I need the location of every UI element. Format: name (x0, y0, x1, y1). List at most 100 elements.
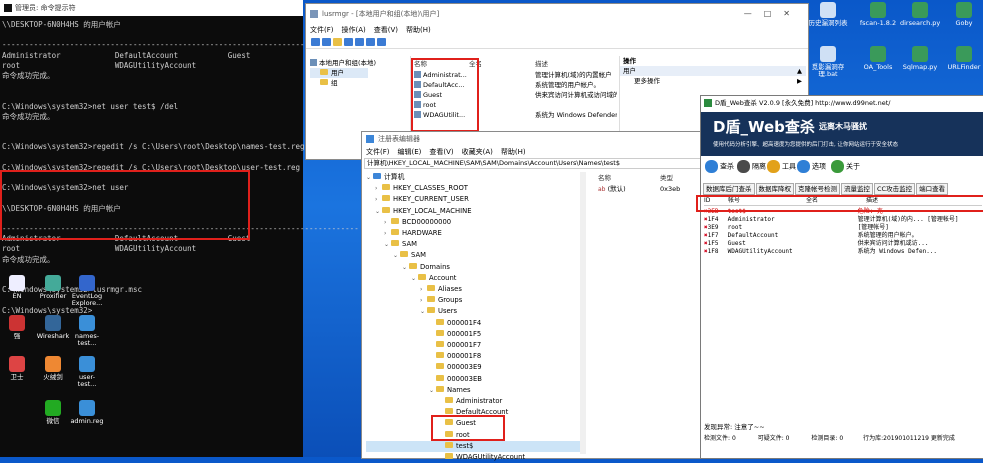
actions-more[interactable]: 更多操作 ▶ (620, 76, 806, 86)
lusrmgr-toolbar[interactable] (306, 36, 808, 49)
expand-caret-icon[interactable]: › (375, 183, 382, 194)
dshield-tab[interactable]: 工具 (767, 160, 796, 173)
expand-caret-icon[interactable]: ⌄ (375, 206, 382, 217)
expand-caret-icon[interactable]: › (420, 295, 427, 306)
dshield-subtab[interactable]: 端口查看 (916, 183, 949, 195)
desktop-icon[interactable]: 强 (0, 315, 34, 340)
registry-key[interactable]: 000001F8 (366, 351, 580, 362)
registry-key[interactable]: › Groups (366, 295, 580, 306)
desktop-icon[interactable]: URLFinder (944, 46, 983, 71)
regedit-menubar[interactable]: 文件(F) 编辑(E) 查看(V) 收藏夹(A) 帮助(H) (362, 146, 734, 158)
cmd-titlebar[interactable]: 管理员: 命令提示符 (0, 0, 303, 16)
back-icon[interactable] (311, 38, 320, 46)
expand-caret-icon[interactable]: › (375, 194, 382, 205)
desktop-icon[interactable]: 觅影漏洞存 理.bat (808, 46, 848, 78)
expand-caret-icon[interactable]: › (384, 217, 391, 228)
properties-icon[interactable] (377, 38, 386, 46)
registry-key[interactable]: ⌄ Domains (366, 262, 580, 273)
value-row[interactable]: ab (默认) (598, 184, 626, 195)
desktop-icon[interactable]: 卫士 (0, 356, 34, 381)
expand-caret-icon[interactable]: › (420, 284, 427, 295)
expand-caret-icon[interactable]: ⌄ (393, 250, 400, 261)
regedit-menu-item[interactable]: 查看(V) (429, 148, 453, 156)
registry-key[interactable]: test$ (366, 440, 580, 453)
dshield-tab[interactable]: 选项 (797, 160, 826, 173)
registry-key[interactable]: 000003EB (366, 374, 580, 385)
registry-key[interactable]: ⌄ 计算机 (366, 172, 580, 183)
desktop-icon[interactable]: OA_Tools (858, 46, 898, 71)
expand-caret-icon[interactable]: ⌄ (366, 172, 373, 183)
desktop-icon[interactable]: EventLog Explore... (70, 275, 104, 307)
registry-key[interactable]: ⌄ Users (366, 306, 580, 317)
desktop-icon[interactable]: admin.reg (70, 400, 104, 425)
col-value-type[interactable]: 类型 (660, 172, 673, 182)
desktop-icon[interactable]: user-test... (70, 356, 104, 388)
regedit-menu-item[interactable]: 编辑(E) (398, 148, 422, 156)
window-controls[interactable]: —□✕ (744, 4, 802, 24)
up-icon[interactable] (333, 38, 342, 46)
desktop-icon[interactable]: Sqlmap.py (900, 46, 940, 71)
desktop-icon[interactable]: 历史漏洞列表 (808, 2, 848, 27)
dshield-window[interactable]: D盾_Web查杀 V2.0.9 [永久免费] http://www.d99net… (700, 95, 983, 459)
dshield-subtabs[interactable]: 数据库后门查杀 数据库降权 克隆帐号检测 流量监控 CC攻击监控 端口查看 (703, 183, 949, 195)
result-row[interactable]: ✖ 1F8 WDAGUtilityAccount 系统为 Windows Defen… (704, 248, 982, 256)
regedit-titlebar[interactable]: 注册表编辑器 (362, 132, 734, 146)
desktop-icon[interactable]: fscan-1.8.2 (858, 2, 898, 27)
desktop-icon[interactable]: Goby (944, 2, 983, 27)
export-icon[interactable] (355, 38, 364, 46)
desktop-icon[interactable]: Proxifier (36, 275, 70, 300)
desktop-icon[interactable]: 微信 (36, 400, 70, 425)
desktop-icon[interactable]: EN (0, 275, 34, 300)
registry-key[interactable]: › HKEY_CURRENT_USER (366, 194, 580, 205)
expand-caret-icon[interactable]: ⌄ (384, 239, 391, 250)
expand-caret-icon[interactable]: ⌄ (420, 306, 427, 317)
lusrmgr-menu-item[interactable]: 文件(F) (310, 26, 334, 34)
expand-caret-icon[interactable]: ⌄ (429, 385, 436, 396)
tree-item-groups[interactable]: 组 (310, 78, 376, 88)
regedit-window[interactable]: 注册表编辑器 文件(F) 编辑(E) 查看(V) 收藏夹(A) 帮助(H) 计算机\HK… (361, 131, 735, 461)
registry-key[interactable]: ⌄ SAM (366, 239, 580, 250)
dshield-subtab[interactable]: 数据库后门查杀 (703, 183, 755, 195)
dshield-subtab[interactable]: CC攻击监控 (874, 183, 916, 195)
lusrmgr-titlebar[interactable]: lusrmgr - [本地用户和组(本地)\用户] —□✕ (306, 4, 808, 24)
expand-caret-icon[interactable]: ⌄ (402, 262, 409, 273)
dshield-tab[interactable]: 查杀 (705, 160, 734, 173)
registry-key[interactable]: WDAGUtilityAccount (366, 452, 580, 463)
dshield-titlebar[interactable]: D盾_Web查杀 V2.0.9 [永久免费] http://www.d99net… (701, 96, 983, 110)
dshield-tab[interactable]: 隔离 (737, 160, 766, 173)
regedit-menu-item[interactable]: 收藏夹(A) (462, 148, 493, 156)
result-row[interactable]: ✖ 1F7 DefaultAccount 系统管理的用户帐户。 (704, 232, 982, 240)
registry-key[interactable]: › BCD00000000 (366, 217, 580, 228)
help-icon[interactable] (366, 38, 375, 46)
actions-users[interactable]: 用户 ▲ (620, 66, 806, 76)
regedit-menu-item[interactable]: 文件(F) (366, 148, 390, 156)
desktop-icon[interactable]: 火绒剑 (36, 356, 70, 381)
registry-key[interactable]: 000001F7 (366, 340, 580, 351)
dshield-subtab[interactable]: 流量监控 (841, 183, 873, 195)
forward-icon[interactable] (322, 38, 331, 46)
lusrmgr-tree[interactable]: 本地用户和组(本地) 用户 组 (310, 58, 376, 88)
registry-key[interactable]: Administrator (366, 396, 580, 407)
col-desc[interactable]: 描述 (535, 58, 548, 68)
registry-key[interactable]: ⌄ HKEY_LOCAL_MACHINE (366, 206, 580, 217)
desktop-icon[interactable]: Wireshark (36, 315, 70, 340)
registry-key[interactable]: ⌄ Names (366, 385, 580, 396)
lusrmgr-menubar[interactable]: 文件(F) 操作(A) 查看(V) 帮助(H) (306, 24, 808, 36)
registry-key[interactable]: › Aliases (366, 284, 580, 295)
lusrmgr-menu-item[interactable]: 操作(A) (342, 26, 366, 34)
registry-key[interactable]: 000001F4 (366, 318, 580, 329)
result-row[interactable]: ✖ 1F4 Administrator 管理计算机(域)的内... [管理帐号] (704, 216, 982, 224)
dshield-subtab[interactable]: 克隆帐号检测 (795, 183, 840, 195)
show-tree-icon[interactable] (344, 38, 353, 46)
lusrmgr-menu-item[interactable]: 查看(V) (374, 26, 398, 34)
registry-key[interactable]: › HKEY_CLASSES_ROOT (366, 183, 580, 194)
result-row[interactable]: ✖ 1F5 Guest 供来宾访问计算机或访... (704, 240, 982, 248)
registry-key[interactable]: ⌄ Account (366, 273, 580, 284)
col-value-name[interactable]: 名称 (598, 172, 611, 182)
address-bar[interactable]: 计算机\HKEY_LOCAL_MACHINE\SAM\SAM\Domains\A… (364, 158, 732, 169)
result-row[interactable]: ✖ 3E9 root [管理帐号] (704, 224, 982, 232)
dshield-tab[interactable]: 关于 (831, 160, 860, 173)
registry-key[interactable]: › HARDWARE (366, 228, 580, 239)
registry-key[interactable]: 000003E9 (366, 362, 580, 373)
tree-scrollbar[interactable] (580, 172, 586, 454)
